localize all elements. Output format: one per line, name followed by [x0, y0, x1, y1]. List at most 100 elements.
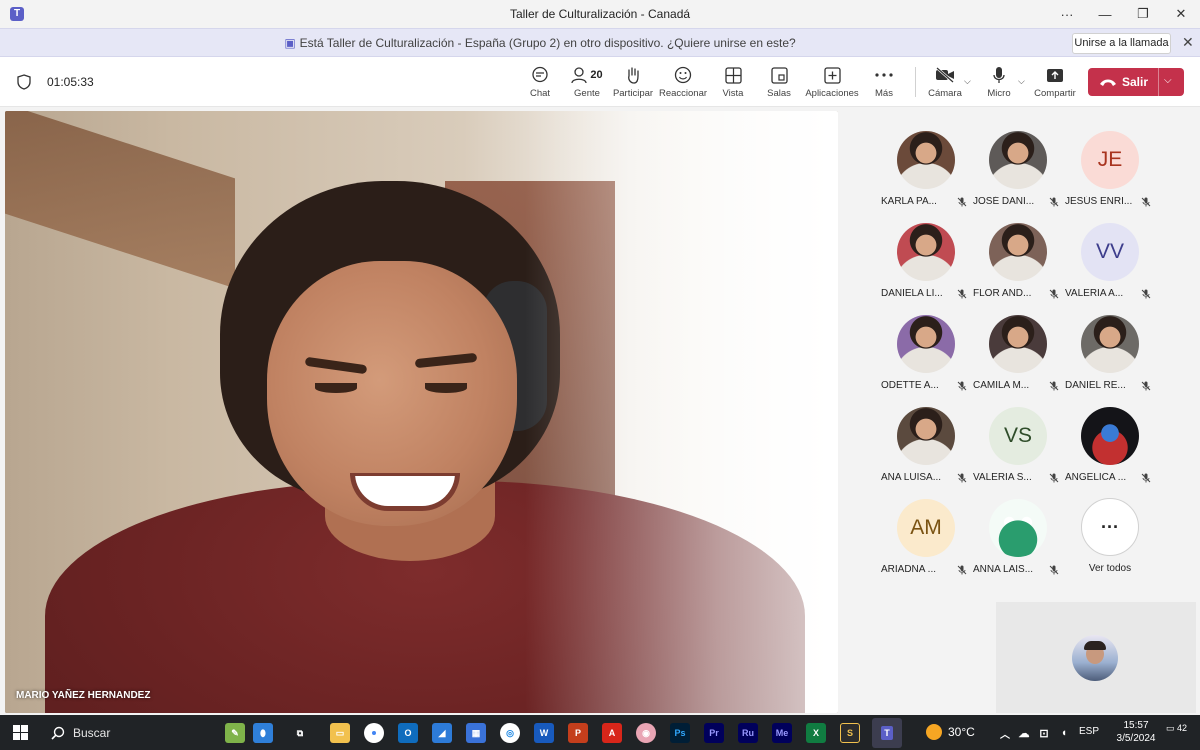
self-avatar: [1072, 635, 1118, 681]
participant-name: FLOR AND...: [973, 288, 1032, 299]
leave-button[interactable]: Salir ⌵: [1088, 68, 1184, 96]
sun-icon: [926, 724, 942, 740]
mic-options-chevron-icon[interactable]: ⌵: [1018, 76, 1025, 87]
more-options-button[interactable]: ···: [1048, 0, 1086, 28]
participant-avatar: JE: [1081, 131, 1139, 189]
people-button[interactable]: 20 Gente: [570, 65, 604, 103]
photoshop-icon[interactable]: Ps: [670, 723, 690, 743]
participant-name: ANA LUISA...: [881, 472, 942, 483]
participant-avatar: [1081, 407, 1139, 465]
messenger-icon[interactable]: ◎: [500, 723, 520, 743]
more-button[interactable]: Más: [872, 65, 896, 103]
participant-tile[interactable]: FLOR AND...: [973, 223, 1063, 311]
calendar-icon[interactable]: ▦: [466, 723, 486, 743]
microphone-icon: [993, 67, 1005, 83]
sii-app-icon[interactable]: S: [840, 723, 860, 743]
input-language[interactable]: ESP: [1079, 726, 1099, 737]
participant-tile[interactable]: CAMILA M...: [973, 315, 1063, 403]
people-count: 20: [590, 69, 603, 81]
security-app-icon[interactable]: ⬮: [253, 723, 273, 743]
chat-button[interactable]: Chat: [526, 65, 554, 103]
maximize-button[interactable]: ❐: [1124, 0, 1162, 28]
meeting-stage: MARIO YAÑEZ HERNANDEZ KARLA PA... JOSÉ DA…: [0, 108, 1200, 715]
participant-name: ODETTE A...: [881, 380, 939, 391]
leave-options-chevron-icon[interactable]: ⌵: [1164, 75, 1172, 86]
participant-name: ANNA LAIS...: [973, 564, 1034, 575]
mic-muted-icon: [957, 289, 967, 299]
excel-icon[interactable]: X: [806, 723, 826, 743]
word-icon[interactable]: W: [534, 723, 554, 743]
acrobat-icon[interactable]: A: [602, 723, 622, 743]
file-explorer-icon[interactable]: ▭: [330, 723, 350, 743]
volume-icon[interactable]: ◖: [1054, 723, 1074, 743]
premiere-icon[interactable]: Pr: [704, 723, 724, 743]
widgets-icon[interactable]: ✎: [225, 723, 245, 743]
camera-options-chevron-icon[interactable]: ⌵: [964, 76, 971, 87]
participant-tile[interactable]: VV VALERIA A...: [1065, 223, 1155, 311]
participant-tile[interactable]: DANIEL RE...: [1065, 315, 1155, 403]
powerpoint-icon[interactable]: P: [568, 723, 588, 743]
participant-tile[interactable]: ODETTE A...: [881, 315, 971, 403]
main-speaker-name: MARIO YAÑEZ HERNANDEZ: [16, 690, 151, 701]
mic-button[interactable]: Micro: [986, 65, 1012, 103]
react-button[interactable]: Reaccionar: [659, 65, 707, 103]
participant-tile[interactable]: VS VALERIA S...: [973, 407, 1063, 495]
taskbar-search[interactable]: Buscar: [40, 718, 210, 747]
windows-start-icon[interactable]: [13, 725, 28, 740]
grid-view-icon: [724, 66, 742, 84]
view-button[interactable]: Vista: [720, 65, 746, 103]
participant-avatar: VS: [989, 407, 1047, 465]
participant-tile[interactable]: KARLA PA...: [881, 131, 971, 219]
participant-avatar: [897, 131, 955, 189]
participant-tile[interactable]: DANIELA LI...: [881, 223, 971, 311]
see-all-participants-button[interactable]: ··· Ver todos: [1065, 498, 1155, 586]
close-notice-button[interactable]: ✕: [1182, 34, 1194, 51]
close-window-button[interactable]: ✕: [1162, 0, 1200, 28]
participant-tile[interactable]: ANA LUISA...: [881, 407, 971, 495]
main-video-feed[interactable]: MARIO YAÑEZ HERNANDEZ: [5, 111, 838, 713]
camera-button[interactable]: Cámara: [928, 65, 962, 103]
premiere-rush-icon[interactable]: Ru: [738, 723, 758, 743]
network-icon[interactable]: ⊡: [1034, 723, 1054, 743]
self-view[interactable]: [996, 602, 1196, 713]
chevron-up-icon[interactable]: ︿: [995, 723, 1015, 743]
clock[interactable]: 15:57 3/5/2024: [1111, 719, 1161, 745]
participant-tile[interactable]: ANGELICA ...: [1065, 407, 1155, 495]
participant-tile[interactable]: JOSÉ DANI...: [973, 131, 1063, 219]
notification-badge[interactable]: ▭ 42: [1166, 723, 1187, 734]
participant-avatar: [989, 315, 1047, 373]
apps-button[interactable]: Aplicaciones: [805, 65, 859, 103]
window-title: Taller de Culturalización - Canadá: [509, 7, 691, 21]
participant-tile[interactable]: JE JESÚS ENRI...: [1065, 131, 1155, 219]
participant-avatar: [989, 223, 1047, 281]
task-view-icon[interactable]: ⧉: [290, 723, 310, 743]
teams-taskbar-icon[interactable]: T: [872, 718, 902, 748]
cloud-icon[interactable]: ☁: [1014, 723, 1034, 743]
ellipsis-icon: ···: [1081, 498, 1139, 556]
join-call-button[interactable]: Unirse a la llamada: [1072, 33, 1171, 54]
participant-tile[interactable]: ANNA LAIS...: [973, 499, 1063, 587]
phone-hangup-icon: [1099, 78, 1117, 87]
creative-cloud-icon[interactable]: ◉: [636, 723, 656, 743]
photos-icon[interactable]: ◢: [432, 723, 452, 743]
add-app-icon: [823, 66, 841, 84]
media-encoder-icon[interactable]: Me: [772, 723, 792, 743]
participant-avatar: [1081, 315, 1139, 373]
participant-name: DANIEL RE...: [1065, 380, 1126, 391]
weather-widget[interactable]: 30°C: [926, 724, 975, 740]
minimize-button[interactable]: —: [1086, 0, 1124, 28]
device-icon: ▣: [284, 36, 296, 50]
outlook-icon[interactable]: O: [398, 723, 418, 743]
raise-hand-button[interactable]: Participar: [613, 65, 653, 103]
participant-avatar: [897, 407, 955, 465]
search-icon: [51, 726, 65, 740]
rooms-button[interactable]: Salas: [766, 65, 792, 103]
title-bar: T Taller de Culturalización - Canadá ···…: [0, 0, 1200, 28]
participant-tile[interactable]: AM ARIADNA ...: [881, 499, 971, 587]
smiley-icon: [674, 66, 692, 84]
mic-muted-icon: [1049, 197, 1059, 207]
chrome-icon[interactable]: [364, 723, 384, 743]
share-button[interactable]: Compartir: [1034, 65, 1076, 103]
people-icon: [571, 66, 588, 83]
participant-name: JESÚS ENRI...: [1065, 196, 1133, 207]
